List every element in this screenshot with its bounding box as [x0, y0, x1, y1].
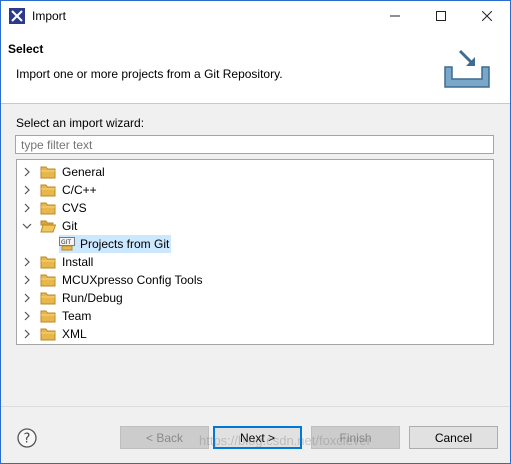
folder-icon: [40, 291, 56, 305]
tree-item-label: Run/Debug: [62, 291, 123, 305]
maximize-icon[interactable]: [418, 1, 464, 31]
banner-title: Select: [8, 42, 44, 56]
next-button[interactable]: Next >: [213, 426, 302, 449]
chevron-right-icon[interactable]: [21, 307, 33, 325]
tree-item-cvs[interactable]: CVS: [21, 199, 87, 217]
tree-item-projects-from-git[interactable]: GIT Projects from Git: [59, 235, 172, 253]
chevron-right-icon[interactable]: [21, 181, 33, 199]
import-banner-icon: [442, 45, 492, 91]
close-icon[interactable]: [464, 1, 510, 31]
folder-icon: [40, 327, 56, 341]
tree-item-label: Team: [62, 309, 92, 323]
tree-item-c-cpp[interactable]: C/C++: [21, 181, 97, 199]
tree-item-label: General: [62, 165, 105, 179]
title-bar: Import: [1, 1, 510, 31]
window-title: Import: [32, 9, 67, 23]
tree-item-label: Install: [62, 255, 94, 269]
wizard-tree: General C/C++ CVS Git GIT Projects from …: [16, 159, 494, 345]
filter-input[interactable]: [15, 135, 494, 154]
folder-icon: [40, 255, 56, 269]
chevron-right-icon[interactable]: [21, 253, 33, 271]
banner-description: Import one or more projects from a Git R…: [16, 67, 283, 81]
tree-item-team[interactable]: Team: [21, 307, 91, 325]
tree-item-mcuxpresso-config-tools[interactable]: MCUXpresso Config Tools: [21, 271, 203, 289]
minimize-icon[interactable]: [372, 1, 418, 31]
chevron-down-icon[interactable]: [21, 217, 33, 235]
button-bar-separator: [1, 406, 510, 407]
chevron-right-icon[interactable]: [21, 163, 33, 181]
tree-item-run-debug[interactable]: Run/Debug: [21, 289, 123, 307]
folder-icon: [40, 273, 56, 287]
folder-icon: [40, 309, 56, 323]
cancel-button[interactable]: Cancel: [409, 426, 498, 449]
finish-button[interactable]: Finish: [311, 426, 400, 449]
back-button[interactable]: < Back: [120, 426, 209, 449]
wizard-label: Select an import wizard:: [16, 116, 145, 130]
chevron-right-icon[interactable]: [21, 271, 33, 289]
tree-item-xml[interactable]: XML: [21, 325, 87, 343]
import-dialog: Import Select Import one or more project…: [0, 0, 511, 464]
chevron-right-icon[interactable]: [21, 199, 33, 217]
folder-icon: [40, 165, 56, 179]
folder-icon: [40, 201, 56, 215]
tree-item-label: XML: [62, 327, 87, 341]
eclipse-app-icon: [9, 8, 25, 24]
wizard-banner: Select Import one or more projects from …: [1, 31, 510, 104]
git-import-icon: GIT: [59, 237, 75, 251]
help-icon[interactable]: ?: [17, 428, 37, 448]
tree-item-label: MCUXpresso Config Tools: [62, 273, 203, 287]
tree-item-label: Git: [62, 219, 78, 233]
tree-item-install[interactable]: Install: [21, 253, 93, 271]
svg-text:?: ?: [24, 432, 31, 447]
tree-item-git[interactable]: Git: [21, 217, 77, 235]
tree-item-label: Projects from Git: [80, 237, 170, 251]
chevron-right-icon[interactable]: [21, 289, 33, 307]
tree-item-general[interactable]: General: [21, 163, 105, 181]
open-folder-icon: [40, 219, 57, 233]
svg-text:GIT: GIT: [61, 239, 71, 246]
chevron-right-icon[interactable]: [21, 325, 33, 343]
folder-icon: [40, 183, 56, 197]
tree-item-label: C/C++: [62, 183, 97, 197]
tree-item-label: CVS: [62, 201, 87, 215]
